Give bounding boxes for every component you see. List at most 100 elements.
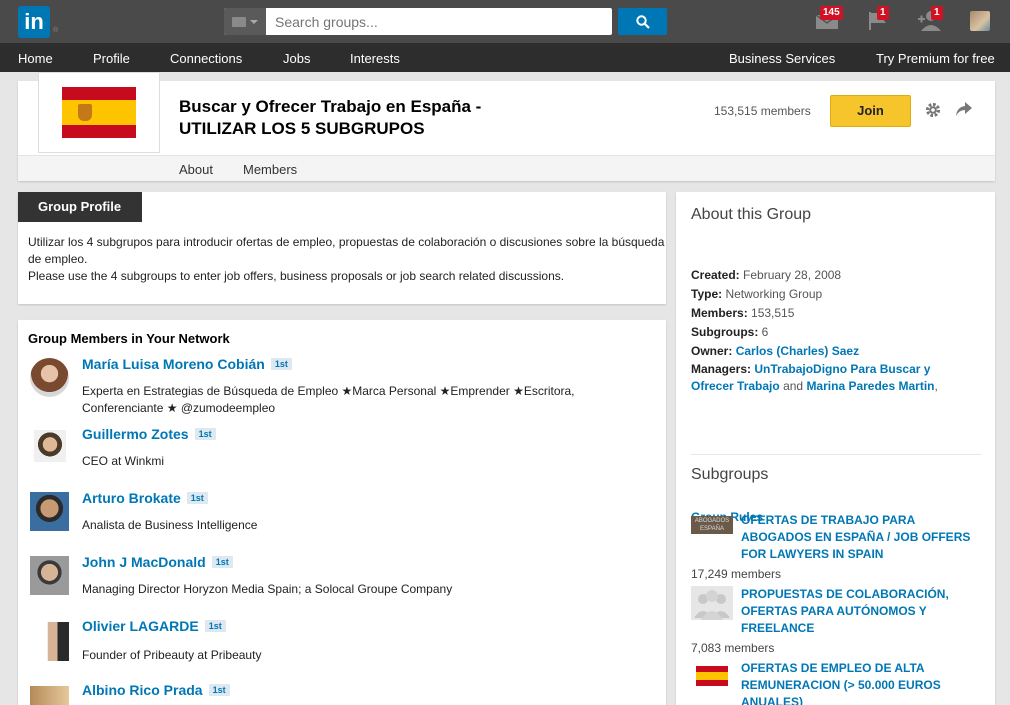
member-name-text[interactable]: Arturo Brokate: [82, 490, 181, 506]
managers-and: and: [783, 379, 804, 393]
search-box: [224, 8, 612, 35]
member-name-text[interactable]: María Luisa Moreno Cobián: [82, 356, 265, 372]
created-label: Created:: [691, 268, 740, 282]
subgroup-thumbnail[interactable]: ABOGADOS ESPAÑA: [691, 516, 733, 534]
member-name-text[interactable]: Albino Rico Prada: [82, 682, 203, 698]
avatar[interactable]: [30, 686, 69, 705]
managers-row: Managers: UnTrabajoDigno Para Buscar y O…: [691, 362, 938, 393]
created-value: February 28, 2008: [743, 268, 842, 282]
subgroup-count: 17,249 members: [691, 567, 782, 581]
member-name[interactable]: Albino Rico Prada 1st: [82, 682, 230, 698]
nav-try-premium[interactable]: Try Premium for free: [876, 51, 995, 66]
nav-interests[interactable]: Interests: [350, 51, 400, 66]
group-profile-card: Group Profile Utilizar los 4 subgrupos p…: [18, 192, 666, 304]
member-name-text[interactable]: Guillermo Zotes: [82, 426, 189, 442]
subgroups-label: Subgroups:: [691, 325, 759, 339]
about-group-card: About this Group Created: February 28, 2…: [676, 192, 995, 705]
group-subnav: About Members: [18, 155, 995, 181]
about-title: About this Group: [691, 206, 812, 223]
messages-badge: 145: [820, 6, 843, 20]
profile-text-en: Please use the 4 subgroups to enter job …: [28, 269, 565, 283]
degree-badge: 1st: [186, 492, 208, 504]
network-title: Group Members in Your Network: [28, 331, 230, 346]
search-type-dropdown[interactable]: [224, 8, 266, 35]
degree-badge: 1st: [204, 620, 226, 632]
degree-badge: 1st: [194, 428, 216, 440]
owner-link[interactable]: Carlos (Charles) Saez: [736, 344, 859, 358]
member-name-text[interactable]: John J MacDonald: [82, 554, 206, 570]
group-header: Buscar y Ofrecer Trabajo en España - UTI…: [18, 72, 995, 181]
avatar[interactable]: [34, 430, 66, 462]
avatar[interactable]: [30, 622, 69, 661]
nav-jobs[interactable]: Jobs: [283, 51, 310, 66]
linkedin-logo[interactable]: in: [18, 6, 50, 38]
search-input[interactable]: [266, 8, 612, 35]
join-button[interactable]: Join: [830, 95, 911, 127]
nav-home[interactable]: Home: [18, 51, 53, 66]
avatar[interactable]: [30, 492, 69, 531]
divider: [691, 454, 981, 455]
subgroup-name[interactable]: OFERTAS DE EMPLEO DE ALTA REMUNERACION (…: [741, 660, 981, 705]
member-headline: CEO at Winkmi: [82, 454, 165, 468]
about-details: Created: February 28, 2008 Type: Network…: [691, 266, 971, 395]
group-placeholder-icon[interactable]: [691, 586, 733, 620]
type-value: Networking Group: [725, 287, 823, 301]
member-name[interactable]: Arturo Brokate 1st: [82, 490, 208, 506]
trademark-mark: ®: [53, 27, 59, 34]
user-avatar[interactable]: [970, 11, 990, 31]
members-value: 153,515: [751, 306, 795, 320]
avatar[interactable]: [30, 556, 69, 595]
nav-business-services[interactable]: Business Services: [729, 51, 835, 66]
member-headline: Managing Director Horyzon Media Spain; a…: [82, 582, 453, 596]
share-icon[interactable]: [955, 101, 973, 120]
people-card-icon: [232, 16, 246, 27]
member-name[interactable]: Guillermo Zotes 1st: [82, 426, 216, 442]
avatar[interactable]: [30, 358, 69, 397]
subgroup-count: 7,083 members: [691, 641, 775, 655]
spain-flag-image: [62, 87, 136, 138]
gear-icon[interactable]: [924, 101, 942, 122]
nav-profile[interactable]: Profile: [93, 51, 130, 66]
subgroups-row: Subgroups: 6: [691, 323, 971, 342]
degree-badge: 1st: [270, 358, 292, 370]
search-icon: [635, 14, 650, 29]
network-members-card: Group Members in Your Network María Luis…: [18, 320, 666, 705]
tab-about[interactable]: About: [179, 162, 213, 177]
profile-text-es: Utilizar los 4 subgrupos para introducir…: [28, 235, 665, 266]
member-name-text[interactable]: Olivier LAGARDE: [82, 618, 199, 634]
group-profile-tag: Group Profile: [18, 192, 142, 222]
nav-connections[interactable]: Connections: [170, 51, 242, 66]
flag-badge: 1: [877, 6, 889, 20]
created-row: Created: February 28, 2008: [691, 266, 971, 285]
member-name[interactable]: John J MacDonald 1st: [82, 554, 233, 570]
member-headline: Founder of Pribeauty at Pribeauty: [82, 648, 262, 662]
subgroup-name[interactable]: OFERTAS DE TRABAJO PARA ABOGADOS EN ESPA…: [741, 512, 981, 563]
subgroups-title: Subgroups: [691, 466, 769, 483]
member-headline: Analista de Business Intelligence: [82, 518, 258, 532]
subgroup-thumbnail[interactable]: [696, 666, 728, 686]
tab-members[interactable]: Members: [243, 162, 297, 177]
type-row: Type: Networking Group: [691, 285, 971, 304]
members-row: Members: 153,515: [691, 304, 971, 323]
degree-badge: 1st: [211, 556, 233, 568]
managers-label: Managers:: [691, 362, 752, 376]
top-bar: in ® 145 1 1: [0, 0, 1010, 43]
group-logo: [38, 72, 160, 153]
subgroup-name[interactable]: PROPUESTAS DE COLABORACIÓN, OFERTAS PARA…: [741, 586, 981, 637]
owner-row: Owner: Carlos (Charles) Saez: [691, 342, 971, 361]
group-members-count: 153,515 members: [714, 104, 811, 118]
member-name[interactable]: Olivier LAGARDE 1st: [82, 618, 226, 634]
people-badge: 1: [931, 6, 943, 20]
owner-label: Owner:: [691, 344, 733, 358]
chevron-down-icon: [250, 19, 258, 24]
main-nav: Home Profile Connections Jobs Interests …: [0, 43, 1010, 72]
member-headline: Experta en Estrategias de Búsqueda de Em…: [82, 384, 575, 415]
type-label: Type:: [691, 287, 723, 301]
subgroups-value: 6: [761, 325, 769, 339]
group-profile-text: Utilizar los 4 subgrupos para introducir…: [28, 234, 668, 285]
member-name[interactable]: María Luisa Moreno Cobián 1st: [82, 356, 292, 372]
search-button[interactable]: [618, 8, 667, 35]
group-title: Buscar y Ofrecer Trabajo en España - UTI…: [179, 97, 482, 138]
degree-badge: 1st: [208, 684, 230, 696]
manager-link[interactable]: Marina Paredes Martin: [806, 379, 934, 393]
